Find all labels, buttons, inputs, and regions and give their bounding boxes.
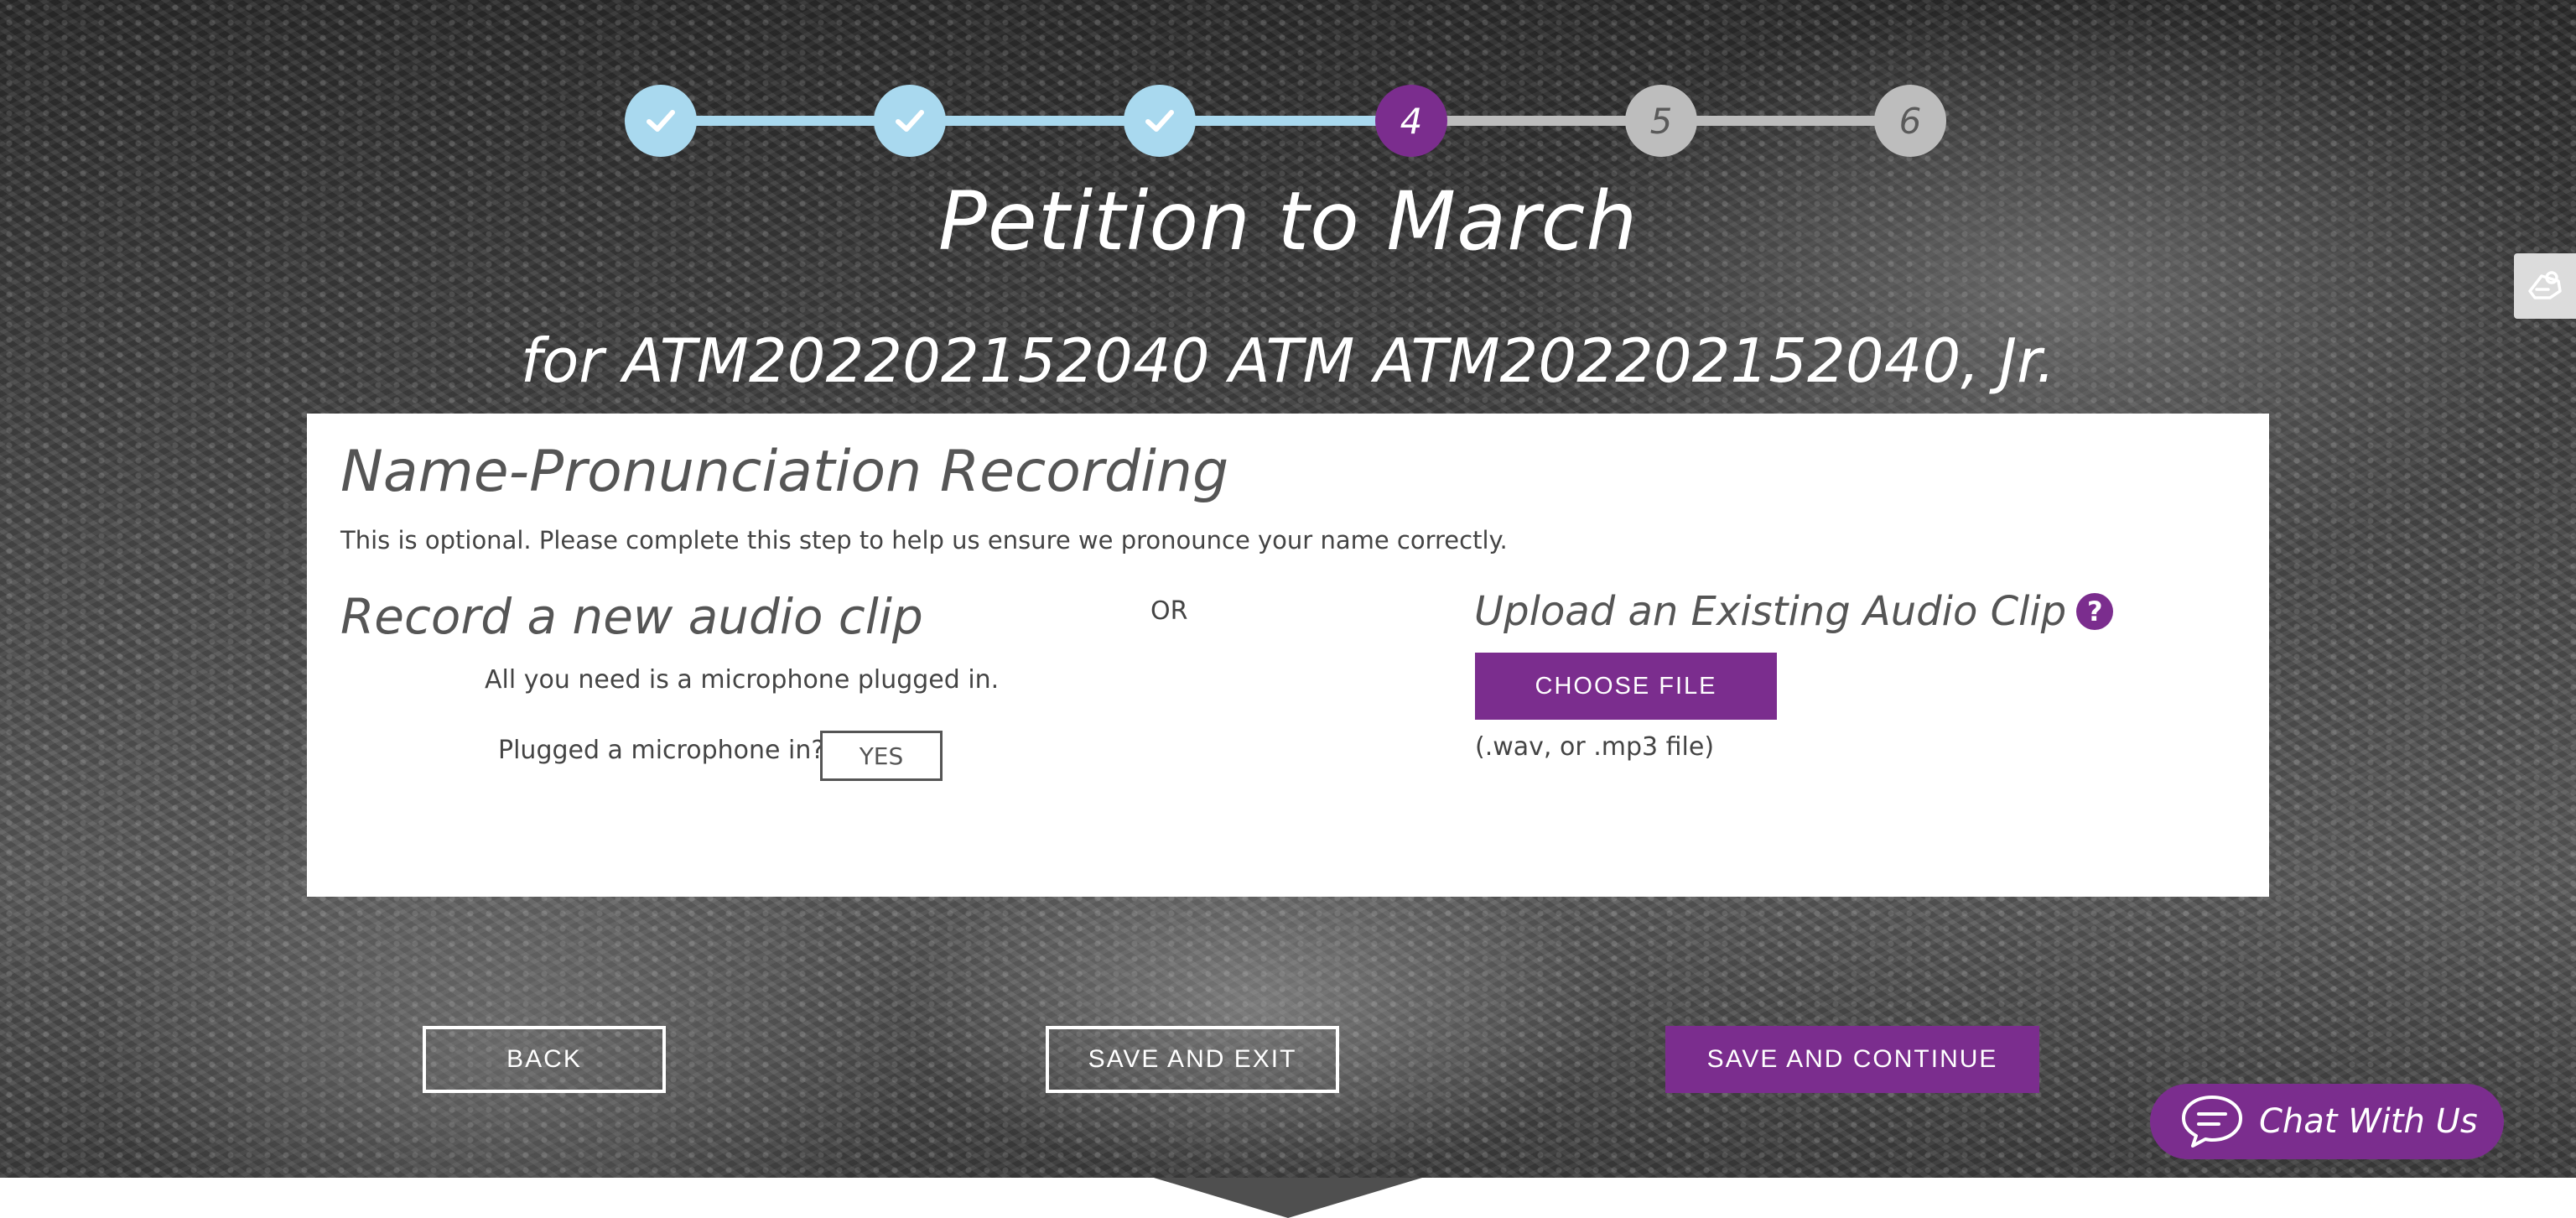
recording-card: Name-Pronunciation Recording This is opt… bbox=[307, 414, 2269, 897]
choose-file-button[interactable]: CHOOSE FILE bbox=[1475, 653, 1777, 720]
footer-notch bbox=[1154, 1178, 1422, 1218]
step-4: 4 bbox=[1375, 85, 1447, 157]
step-2 bbox=[874, 85, 946, 157]
step-label: 5 bbox=[1649, 100, 1673, 142]
microphone-question: Plugged a microphone in? bbox=[498, 736, 825, 765]
accessibility-icon bbox=[2528, 271, 2562, 299]
chat-with-us-button[interactable]: Chat With Us bbox=[2150, 1084, 2504, 1159]
yes-button[interactable]: YES bbox=[820, 731, 943, 781]
page-subtitle: for ATM202202152040 ATM ATM202202152040,… bbox=[520, 325, 2056, 396]
upload-heading-text: Upload an Existing Audio Clip bbox=[1474, 588, 2067, 635]
help-icon[interactable]: ? bbox=[2076, 593, 2114, 630]
stepper-line-complete bbox=[661, 116, 1415, 126]
file-types-note: (.wav, or .mp3 file) bbox=[1475, 732, 1715, 762]
step-3 bbox=[1124, 85, 1196, 157]
back-button[interactable]: BACK bbox=[423, 1026, 666, 1093]
page-title: Petition to March bbox=[937, 174, 1639, 268]
accessibility-tab[interactable] bbox=[2514, 253, 2576, 319]
step-1 bbox=[625, 85, 697, 157]
save-and-exit-button[interactable]: SAVE AND EXIT bbox=[1046, 1026, 1339, 1093]
save-and-continue-button[interactable]: SAVE AND CONTINUE bbox=[1665, 1026, 2039, 1093]
or-separator: OR bbox=[1150, 596, 1188, 626]
check-icon bbox=[647, 110, 675, 132]
card-title: Name-Pronunciation Recording bbox=[340, 439, 1229, 505]
progress-stepper: 4 5 6 bbox=[625, 85, 1946, 157]
microphone-note: All you need is a microphone plugged in. bbox=[485, 665, 1000, 695]
step-label: 6 bbox=[1898, 100, 1922, 142]
chat-label: Chat With Us bbox=[2259, 1102, 2478, 1141]
chat-bubble-icon bbox=[2182, 1096, 2242, 1148]
card-description: This is optional. Please complete this s… bbox=[340, 526, 1508, 554]
upload-heading: Upload an Existing Audio Clip ? bbox=[1474, 588, 2114, 635]
step-5: 5 bbox=[1625, 85, 1697, 157]
record-heading: Record a new audio clip bbox=[340, 588, 923, 645]
check-icon bbox=[896, 110, 924, 132]
step-6: 6 bbox=[1874, 85, 1946, 157]
step-label: 4 bbox=[1400, 100, 1423, 142]
check-icon bbox=[1145, 110, 1174, 132]
